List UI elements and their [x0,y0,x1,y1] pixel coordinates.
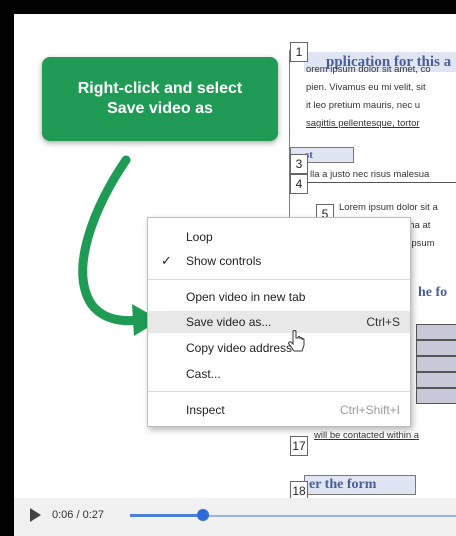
menu-item-shortcut: Ctrl+S [366,315,400,329]
time-display: 0:06 / 0:27 [52,509,104,521]
menu-item-label: Open video in new tab [186,290,306,304]
seek-progress [130,514,203,517]
menu-item-open-video-new-tab[interactable]: Open video in new tab [148,286,410,308]
menu-item-loop[interactable]: Loop [148,226,410,248]
menu-item-save-video-as[interactable]: Save video as... Ctrl+S [148,311,410,333]
video-frame: pplication for this a 1 orem ipsum dolor… [0,0,456,536]
menu-item-label: Inspect [186,403,225,417]
menu-item-shortcut: Ctrl+Shift+I [339,403,400,417]
hand-cursor-icon [288,330,305,352]
context-menu: Loop ✓ Show controls Open video in new t… [147,217,411,427]
menu-item-show-controls[interactable]: ✓ Show controls [148,250,410,272]
menu-item-inspect[interactable]: Inspect Ctrl+Shift+I [148,399,410,421]
seek-handle[interactable] [196,509,209,521]
menu-item-label: Show controls [186,254,262,268]
menu-item-label: Save video as... [186,315,272,329]
menu-item-copy-video-address[interactable]: Copy video address [148,337,410,359]
menu-separator [148,391,410,392]
menu-item-label: Loop [186,230,213,244]
checkmark-icon: ✓ [161,253,172,268]
menu-item-label: Cast... [186,367,221,381]
play-icon[interactable] [30,508,41,522]
video-controls-bar: 0:06 / 0:27 [14,498,456,536]
menu-separator [148,279,410,280]
menu-item-cast[interactable]: Cast... [148,363,410,385]
menu-item-label: Copy video address [186,341,293,355]
